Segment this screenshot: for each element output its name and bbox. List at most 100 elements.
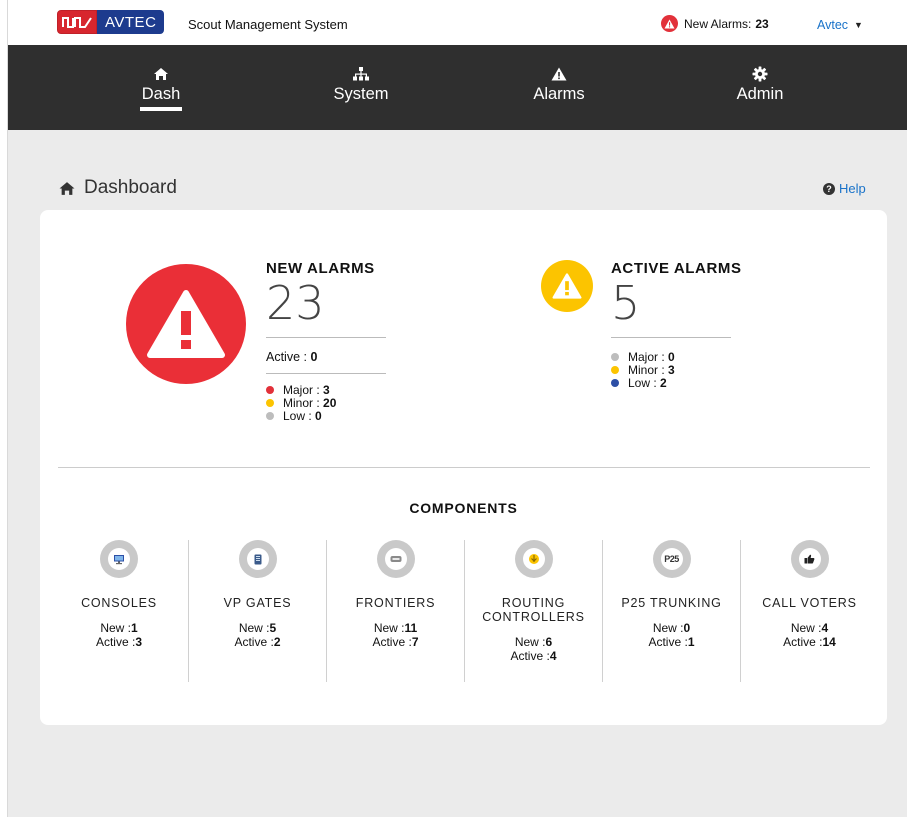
nav-admin[interactable]: Admin — [700, 65, 820, 104]
component-active: Active :1 — [603, 635, 740, 649]
logo-wave-icon — [57, 10, 97, 34]
legend-label: Minor : — [628, 362, 665, 377]
low-dot — [611, 378, 619, 387]
component-active: Active :3 — [50, 635, 188, 649]
nav-system[interactable]: System — [301, 65, 421, 104]
component-name: ROUTING CONTROLLERS — [465, 596, 602, 624]
legend-major: Major : 3 — [266, 382, 386, 397]
legend-label: Low : — [283, 408, 312, 423]
component-name: CONSOLES — [81, 596, 157, 610]
nav-dash-label: Dash — [141, 85, 181, 103]
new-label: New : — [652, 621, 684, 635]
component-call-voters[interactable]: CALL VOTERS New :4 Active :14 — [740, 540, 878, 682]
nav-dash[interactable]: Dash — [101, 65, 221, 111]
name-line-1: ROUTING — [501, 596, 566, 610]
nav-admin-label: Admin — [736, 85, 784, 103]
new-value: 11 — [404, 621, 418, 635]
active-label: Active : — [266, 350, 307, 364]
component-new: New :4 — [741, 621, 878, 635]
minor-dot — [266, 398, 274, 407]
gateway-icon — [238, 540, 277, 578]
component-new: New :11 — [327, 621, 464, 635]
new-alarms-count: 23 — [755, 16, 769, 31]
controller-icon — [514, 540, 553, 578]
legend-label: Major : — [628, 349, 665, 364]
component-p25-trunking[interactable]: P25 P25 TRUNKING New :0 Active :1 — [602, 540, 740, 682]
legend-label: Low : — [628, 375, 657, 390]
legend-label: Minor : — [283, 395, 320, 410]
section-divider — [58, 467, 870, 468]
legend-value: 0 — [315, 408, 322, 423]
component-frontiers[interactable]: FRONTIERS New :11 Active :7 — [326, 540, 464, 682]
user-menu[interactable]: Avtec ▼ — [817, 18, 863, 32]
app-title: Scout Management System — [188, 17, 348, 32]
name-line-2: CONTROLLERS — [482, 610, 585, 624]
user-menu-label: Avtec — [817, 18, 849, 32]
component-consoles[interactable]: CONSOLES New :1 Active :3 — [50, 540, 188, 682]
new-value: 1 — [131, 621, 138, 635]
new-alarms-indicator[interactable]: New Alarms: 23 — [661, 15, 769, 32]
component-name: CALL VOTERS — [762, 596, 857, 610]
divider — [611, 337, 731, 338]
legend-low: Low : 0 — [266, 408, 386, 423]
legend-major: Major : 0 — [611, 349, 742, 364]
help-link[interactable]: ? Help — [823, 181, 866, 196]
new-label: New : — [514, 635, 546, 649]
components-title: COMPONENTS — [409, 500, 518, 516]
component-active: Active :14 — [741, 635, 878, 649]
logo-text: AVTEC — [97, 10, 165, 34]
active-label: Active : — [95, 635, 136, 649]
home-icon — [101, 65, 221, 83]
component-new: New :0 — [603, 621, 740, 635]
component-active: Active :7 — [327, 635, 464, 649]
new-label: New : — [100, 621, 131, 635]
active-label: Active : — [648, 635, 688, 649]
active-value: 3 — [135, 635, 143, 649]
alarm-warning-icon — [661, 15, 678, 32]
active-alarms-count: 5 — [611, 276, 641, 330]
active-label: Active : — [510, 649, 550, 663]
console-icon — [100, 540, 138, 578]
new-label: New : — [238, 621, 270, 635]
new-value: 4 — [821, 621, 829, 635]
legend-value: 3 — [668, 362, 675, 377]
gear-icon — [700, 65, 820, 83]
divider — [266, 337, 386, 338]
legend-value: 2 — [660, 375, 667, 390]
main-nav: Dash System Alarms Admin — [8, 45, 907, 130]
legend-value: 3 — [323, 382, 330, 397]
question-circle-icon: ? — [823, 182, 835, 195]
active-value: 4 — [549, 649, 557, 663]
minor-dot — [611, 365, 619, 374]
legend-minor: Minor : 3 — [611, 362, 742, 377]
nav-alarms-label: Alarms — [533, 85, 585, 103]
legend-value: 20 — [323, 395, 337, 410]
new-alarms-active: Active : 0 — [266, 350, 386, 364]
component-name: FRONTIERS — [355, 596, 436, 610]
low-dot — [266, 411, 274, 420]
p25-icon-text: P25 — [664, 554, 679, 564]
legend-low: Low : 2 — [611, 375, 742, 390]
component-vp-gates[interactable]: VP GATES New :5 Active :2 — [188, 540, 326, 682]
active-alarms-warning-icon — [541, 260, 593, 312]
app-frame: AVTEC Scout Management System New Alarms… — [7, 0, 907, 817]
avtec-logo[interactable]: AVTEC — [57, 10, 165, 34]
new-value: 5 — [269, 621, 277, 635]
legend-minor: Minor : 20 — [266, 395, 386, 410]
warning-icon — [499, 65, 619, 83]
home-icon — [59, 181, 75, 195]
divider — [266, 373, 386, 374]
active-value: 2 — [273, 635, 281, 649]
new-alarms-panel[interactable]: NEW ALARMS 23 Active : 0 Major : 3 Minor… — [266, 260, 386, 423]
component-new: New :5 — [189, 621, 326, 635]
component-routing-controllers[interactable]: ROUTING CONTROLLERS New :6 Active :4 — [464, 540, 602, 682]
active-alarms-panel[interactable]: ACTIVE ALARMS 5 Major : 0 Minor : 3 Low … — [611, 260, 742, 390]
component-name: VP GATES — [223, 596, 292, 610]
legend-label: Major : — [283, 382, 320, 397]
active-value: 0 — [310, 350, 318, 364]
major-dot — [611, 352, 619, 361]
nav-alarms[interactable]: Alarms — [499, 65, 619, 104]
active-value: 7 — [411, 635, 419, 649]
active-label: Active : — [234, 635, 274, 649]
new-value: 6 — [545, 635, 553, 649]
